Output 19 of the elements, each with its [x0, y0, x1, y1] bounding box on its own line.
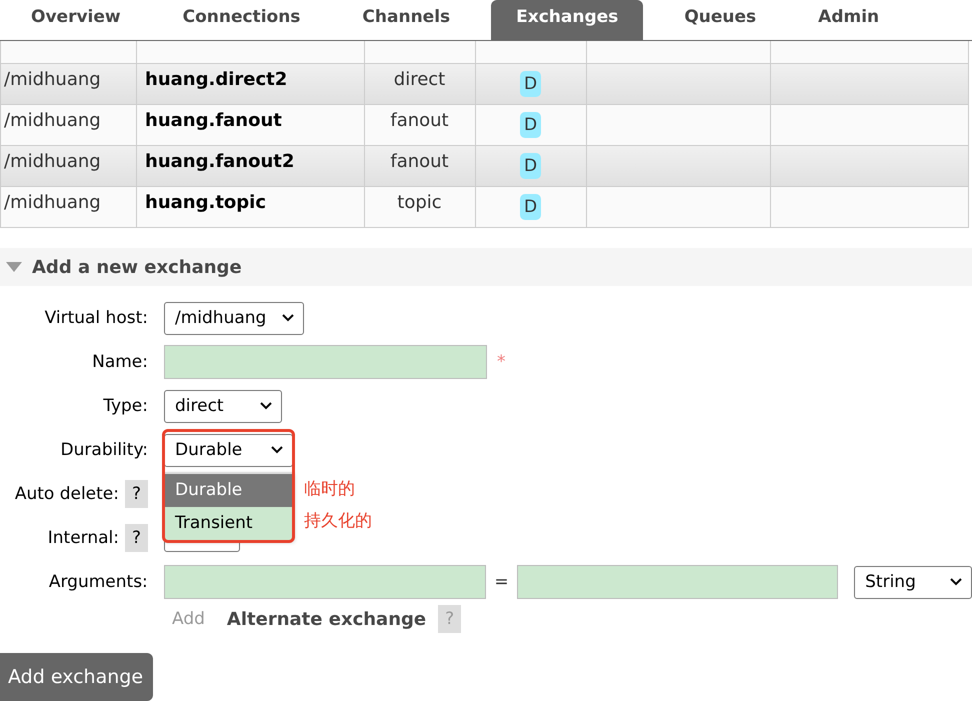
- field-label: Arguments:: [48, 572, 148, 592]
- table-cell: topic: [364, 186, 476, 228]
- field-label: Durability:: [60, 440, 148, 460]
- field-label: Auto delete:: [14, 484, 119, 504]
- section-title: Add a new exchange: [32, 256, 242, 278]
- table-cell: /midhuang: [0, 186, 136, 228]
- durable-badge: D: [520, 71, 542, 97]
- field-label: Internal:: [48, 528, 119, 548]
- field-label: Name:: [92, 352, 148, 372]
- annotation-text: 持久化的: [304, 510, 372, 532]
- annotation-text: 临时的: [304, 478, 356, 500]
- durable-badge: D: [520, 153, 542, 179]
- required-mark: *: [497, 352, 506, 372]
- durable-badge: D: [520, 112, 542, 138]
- durable-badge: D: [520, 194, 542, 220]
- equals-sign: =: [494, 572, 509, 592]
- field-label: Virtual host:: [44, 308, 148, 328]
- field-label: Type:: [103, 396, 148, 416]
- field-label: Alternate exchange: [226, 608, 426, 630]
